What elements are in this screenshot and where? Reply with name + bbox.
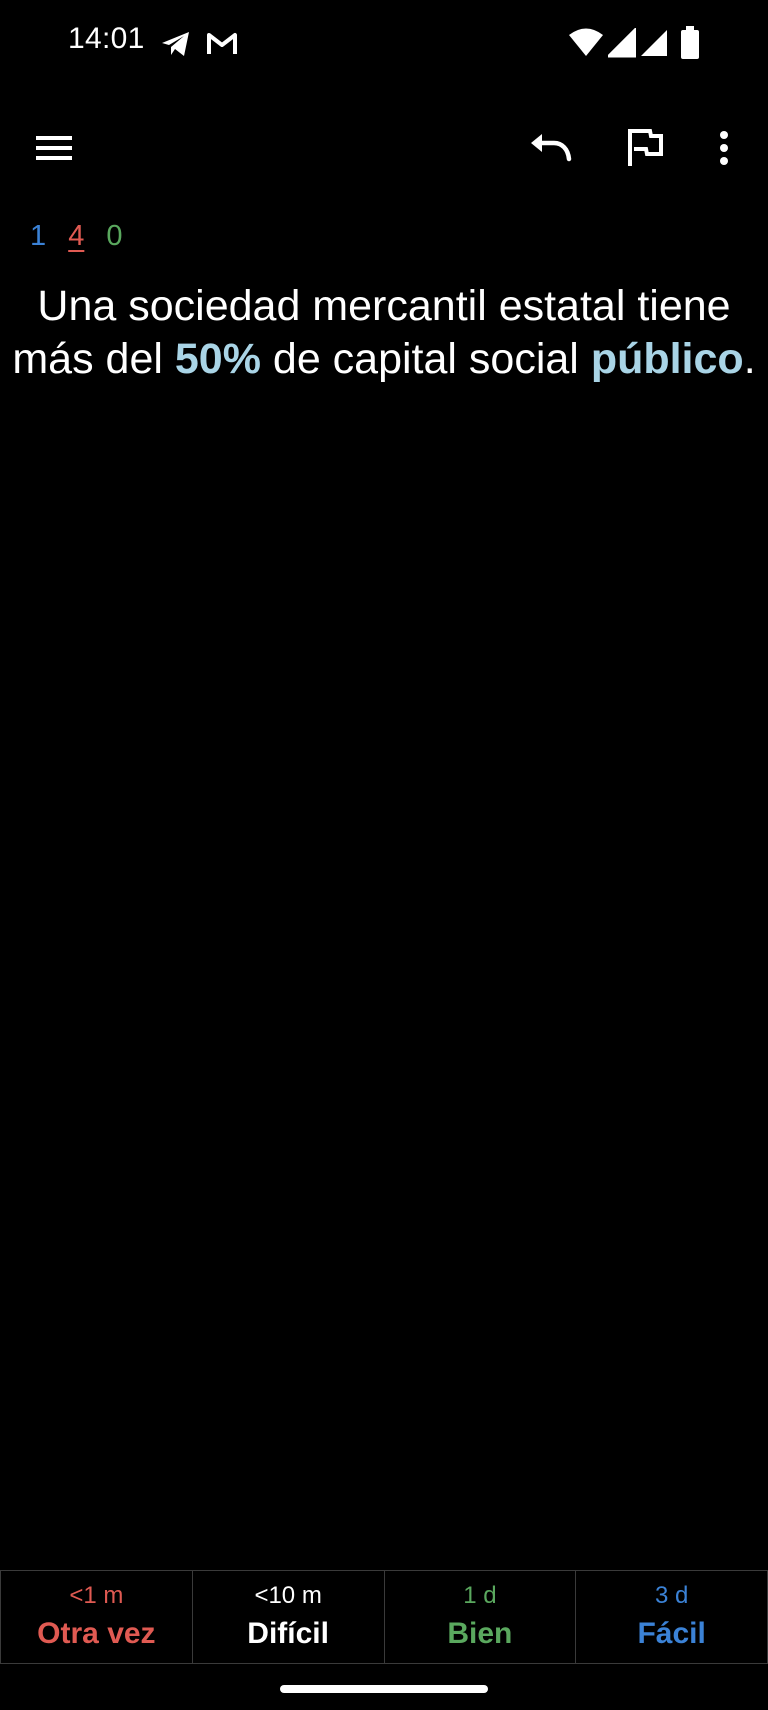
telegram-icon (162, 32, 189, 56)
battery-icon (681, 26, 699, 59)
good-label: Bien (447, 1617, 513, 1650)
card-text: de capital social (260, 335, 591, 383)
review-count: 0 (106, 220, 123, 252)
status-time: 14:01 (68, 22, 145, 55)
answer-buttons: <1 m Otra vez <10 m Difícil 1 d Bien 3 d… (0, 1570, 768, 1664)
good-button[interactable]: 1 d Bien (385, 1571, 577, 1663)
flag-button[interactable] (611, 114, 679, 182)
again-button[interactable]: <1 m Otra vez (0, 1571, 193, 1663)
easy-button[interactable]: 3 d Fácil (576, 1571, 768, 1663)
card-highlight: 50% (174, 335, 261, 383)
hard-label: Difícil (247, 1617, 329, 1650)
toolbar (0, 96, 768, 200)
undo-icon (531, 134, 572, 162)
card-counts: 1 4 0 (30, 218, 137, 254)
gmail-icon (207, 33, 237, 54)
again-label: Otra vez (37, 1617, 156, 1650)
undo-button[interactable] (516, 114, 584, 182)
more-options-button[interactable] (690, 114, 758, 182)
card-question: Una sociedad mercantil estatal tiene más… (12, 280, 756, 386)
hard-button[interactable]: <10 m Difícil (193, 1571, 385, 1663)
again-interval: <1 m (69, 1582, 124, 1609)
new-count: 1 (30, 220, 47, 252)
easy-interval: 3 d (654, 1582, 689, 1609)
card-highlight: público (590, 335, 744, 383)
menu-button[interactable] (20, 114, 88, 182)
good-interval: 1 d (463, 1582, 497, 1609)
easy-label: Fácil (637, 1617, 706, 1650)
menu-icon (36, 136, 72, 160)
signal-icon (641, 30, 667, 56)
hard-interval: <10 m (254, 1582, 322, 1609)
signal-icon (608, 28, 636, 58)
learning-count: 4 (68, 220, 85, 252)
wifi-icon (569, 28, 603, 56)
more-vert-icon (720, 131, 728, 165)
flag-icon (628, 129, 663, 166)
home-indicator[interactable] (280, 1685, 488, 1693)
card-text: . (743, 335, 756, 383)
status-bar: 14:01 (0, 0, 768, 88)
